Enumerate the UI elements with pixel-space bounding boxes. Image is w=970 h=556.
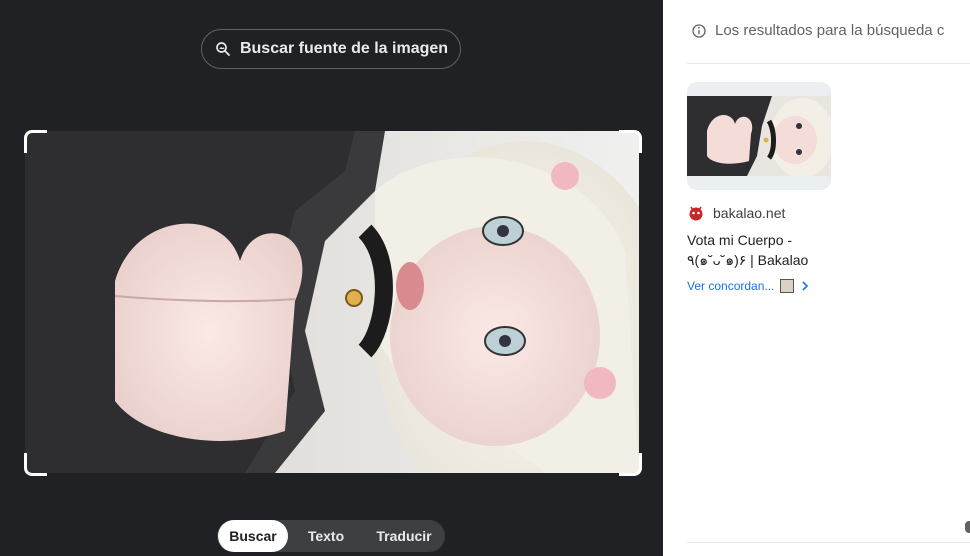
tab-buscar[interactable]: Buscar [218, 520, 288, 552]
thumbnail-photo [687, 96, 831, 176]
matches-thumbnail-icon [780, 279, 795, 293]
result-source: bakalao.net [687, 204, 837, 222]
site-favicon-icon [689, 206, 703, 221]
result-card[interactable]: bakalao.net Vota mi Cuerpo - ٩(๑˘ᴗ˘๑)۶ |… [687, 82, 837, 293]
results-notice-text: Los resultados para la búsqueda c [715, 22, 945, 39]
find-image-source-label: Buscar fuente de la imagen [239, 40, 449, 57]
scroll-indicator[interactable] [965, 521, 970, 533]
crop-handle-top-right[interactable] [619, 130, 642, 153]
crop-handle-top-left[interactable] [24, 130, 47, 153]
info-icon [692, 23, 706, 38]
crop-handle-bottom-left[interactable] [24, 453, 47, 476]
see-matches-label: Ver concordan... [687, 279, 775, 293]
results-notice: Los resultados para la búsqueda c [691, 22, 944, 39]
image-search-icon [216, 42, 230, 56]
divider [687, 63, 970, 64]
bottom-divider [687, 542, 970, 543]
results-panel: Los resultados para la búsqueda c bakala… [663, 0, 970, 556]
selected-image[interactable] [25, 131, 639, 473]
crop-handle-bottom-right[interactable] [619, 453, 642, 476]
photo [25, 131, 639, 473]
tab-traducir[interactable]: Traducir [364, 520, 444, 552]
tab-texto[interactable]: Texto [288, 520, 364, 552]
lens-mode-tabs: Buscar Texto Traducir [217, 520, 445, 552]
see-matches-link[interactable]: Ver concordan... [687, 279, 837, 293]
find-image-source-button[interactable]: Buscar fuente de la imagen [201, 29, 461, 69]
lens-image-panel: Buscar fuente de la imagen Buscar Texto … [0, 0, 663, 556]
result-title[interactable]: Vota mi Cuerpo - ٩(๑˘ᴗ˘๑)۶ | Bakalao [687, 230, 827, 270]
result-thumbnail[interactable] [687, 82, 831, 190]
chevron-right-icon [802, 281, 809, 291]
result-source-label: bakalao.net [713, 205, 786, 221]
